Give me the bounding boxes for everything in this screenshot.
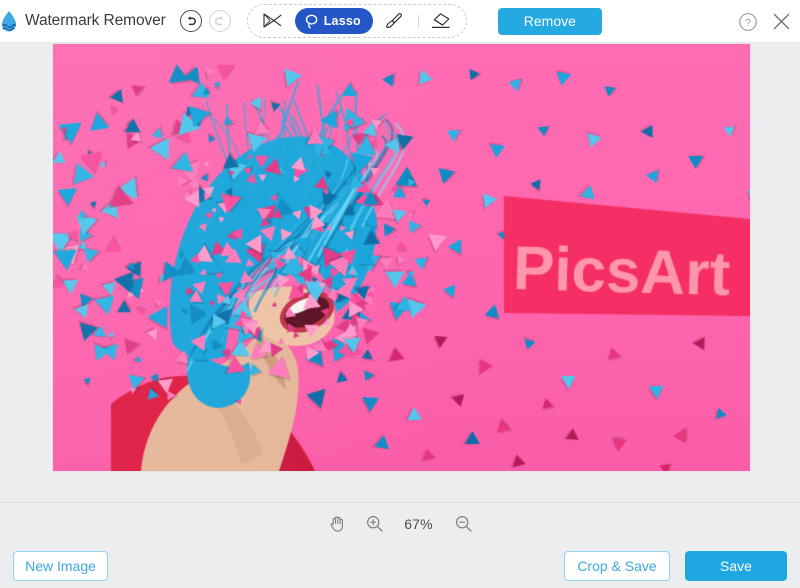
lasso-icon bbox=[305, 14, 318, 28]
water-drop-logo-icon bbox=[0, 8, 22, 34]
save-button[interactable]: Save bbox=[685, 551, 787, 581]
brush-icon[interactable] bbox=[382, 9, 409, 34]
app-header: Watermark Remover Lasso Remove ? bbox=[0, 0, 800, 43]
magic-wand-icon[interactable] bbox=[259, 9, 286, 34]
zoom-toolbar: 67% bbox=[0, 503, 800, 544]
tool-lasso[interactable]: Lasso bbox=[294, 8, 373, 34]
photo-bitmap[interactable] bbox=[53, 44, 750, 471]
undo-button[interactable] bbox=[179, 10, 202, 32]
tool-group: Lasso bbox=[246, 4, 467, 38]
header-right-controls: ? bbox=[738, 0, 792, 43]
new-image-button[interactable]: New Image bbox=[13, 551, 108, 581]
brand: Watermark Remover bbox=[0, 0, 166, 43]
close-x-icon[interactable] bbox=[771, 11, 792, 32]
crop-and-save-button[interactable]: Crop & Save bbox=[564, 551, 670, 581]
image-canvas-area[interactable] bbox=[0, 43, 800, 502]
zoom-out-icon[interactable] bbox=[454, 514, 473, 533]
tool-divider bbox=[417, 14, 419, 28]
eraser-icon[interactable] bbox=[428, 9, 455, 34]
svg-text:?: ? bbox=[745, 17, 751, 29]
footer-right-actions: Crop & Save Save bbox=[564, 544, 787, 588]
redo-button[interactable] bbox=[208, 10, 231, 32]
edited-photo[interactable] bbox=[53, 44, 750, 471]
remove-button[interactable]: Remove bbox=[497, 7, 602, 35]
app-title: Watermark Remover bbox=[25, 12, 166, 29]
zoom-level-value: 67% bbox=[404, 515, 433, 532]
zoom-in-icon[interactable] bbox=[365, 514, 384, 533]
hand-pan-icon[interactable] bbox=[328, 514, 347, 533]
help-circle-icon[interactable]: ? bbox=[738, 12, 758, 32]
app-footer: New Image Crop & Save Save bbox=[0, 544, 800, 588]
tool-lasso-label: Lasso bbox=[323, 14, 361, 28]
history-buttons bbox=[179, 10, 231, 32]
